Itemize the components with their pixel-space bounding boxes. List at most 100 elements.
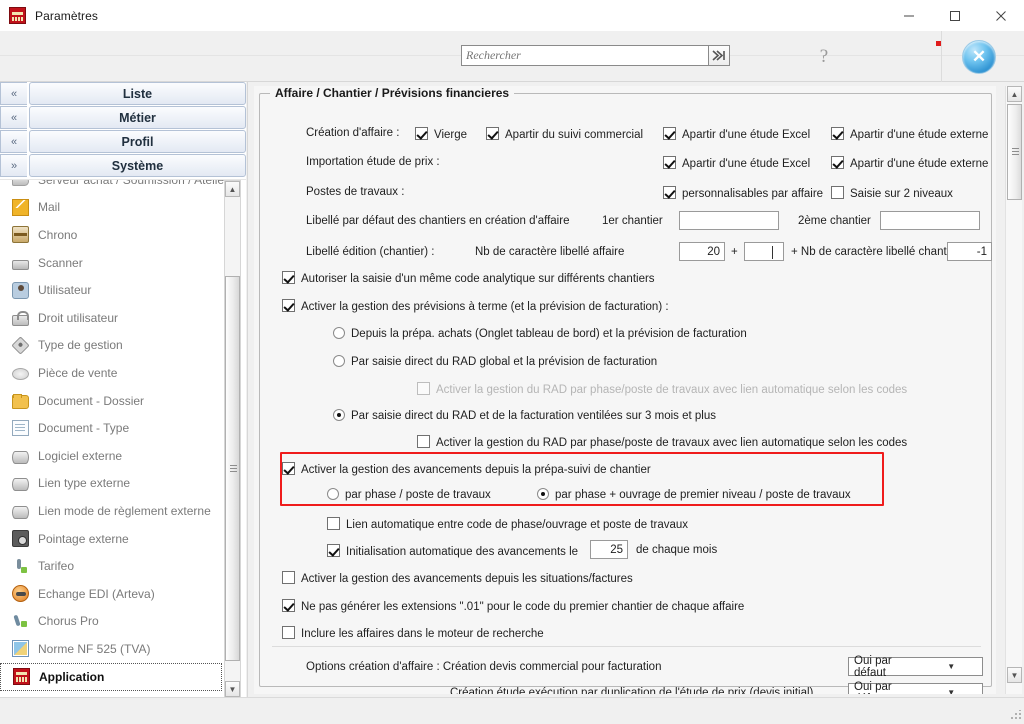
creation-affaire-etude-externe[interactable]: Apartir d'une étude externe <box>831 127 988 141</box>
sidebar-category-systeme[interactable]: » Système <box>0 154 246 177</box>
option-label: Par saisie direct du RAD global et la pr… <box>351 356 658 368</box>
checkbox[interactable] <box>282 626 295 639</box>
sidebar-item-type-de-gestion[interactable]: Type de gestion <box>0 332 224 360</box>
radio-depuis-prepa-row[interactable]: Depuis la prépa. achats (Onglet tableau … <box>333 327 747 340</box>
option-label: Saisie sur 2 niveaux <box>850 188 953 200</box>
inclure-affaires-row[interactable]: Inclure les affaires dans le moteur de r… <box>282 626 544 640</box>
sidebar-item-document-type[interactable]: Document - Type <box>0 414 224 442</box>
checkbox[interactable] <box>831 186 844 199</box>
checkbox[interactable] <box>282 462 295 475</box>
sidebar-item-application[interactable]: Application <box>0 662 222 691</box>
init-auto-day-input[interactable]: 25 <box>590 540 628 559</box>
help-icon[interactable]: ? <box>812 45 836 69</box>
nb-caractere-affaire-input[interactable]: 20 <box>679 242 725 261</box>
sidebar-item-lien-type-externe[interactable]: Lien type externe <box>0 470 224 498</box>
creation-affaire-etude-excel[interactable]: Apartir d'une étude Excel <box>663 127 810 141</box>
sidebar-category-profil[interactable]: « Profil <box>0 130 246 153</box>
checkbox[interactable] <box>663 186 676 199</box>
sidebar-item-label: Lien type externe <box>38 476 131 491</box>
minimize-button[interactable] <box>886 0 932 31</box>
postes-travaux-personnalisables[interactable]: personnalisables par affaire <box>663 186 823 200</box>
search-submit-icon[interactable] <box>708 45 730 66</box>
sidebar-scrollbar-thumb[interactable] <box>225 276 240 661</box>
sidebar-item-chrono[interactable]: Chrono <box>0 221 224 249</box>
checkbox[interactable] <box>282 299 295 312</box>
avancements-situations-row[interactable]: Activer la gestion des avancements depui… <box>282 571 633 585</box>
close-circle-icon[interactable]: ✕ <box>962 40 996 74</box>
sidebar-category-metier[interactable]: « Métier <box>0 106 246 129</box>
scroll-up-icon[interactable]: ▲ <box>225 181 240 197</box>
radio-par-phase-row[interactable]: par phase / poste de travaux <box>327 488 491 501</box>
scroll-down-icon[interactable]: ▼ <box>1007 667 1022 683</box>
maximize-button[interactable] <box>932 0 978 31</box>
checkbox[interactable] <box>663 127 676 140</box>
checkbox[interactable] <box>282 271 295 284</box>
autoriser-saisie-row[interactable]: Autoriser la saisie d'un même code analy… <box>282 271 655 285</box>
sidebar-item-pointage-externe[interactable]: Pointage externe <box>0 525 224 553</box>
etude-execution-select[interactable]: Oui par défaut ▼ <box>848 681 983 694</box>
close-button[interactable] <box>978 0 1024 31</box>
sidebar-category-label: Métier <box>29 106 246 129</box>
radio-button[interactable] <box>333 355 345 367</box>
chevron-down-icon[interactable]: ▼ <box>916 658 983 675</box>
sidebar-item-piece-de-vente[interactable]: Pièce de vente <box>0 359 224 387</box>
chantier1-input[interactable] <box>679 211 779 230</box>
checkbox[interactable] <box>831 127 844 140</box>
checkbox[interactable] <box>831 156 844 169</box>
radio-rad-ventile-row[interactable]: Par saisie direct du RAD et de la factur… <box>333 409 716 422</box>
ne-pas-generer-row[interactable]: Ne pas générer les extensions ".01" pour… <box>282 599 744 613</box>
resize-grip-icon[interactable] <box>1010 710 1021 721</box>
radio-button[interactable] <box>327 488 339 500</box>
radio-button[interactable] <box>537 488 549 500</box>
nb-caractere-chantier-input[interactable]: -1 <box>947 242 992 261</box>
sidebar-item-lien-mode-reglement-externe[interactable]: Lien mode de règlement externe <box>0 497 224 525</box>
libelle-edition-label: Libellé édition (chantier) : <box>306 246 435 258</box>
radio-par-phase-ouvrage-row[interactable]: par phase + ouvrage de premier niveau / … <box>537 488 851 501</box>
sidebar-item-chorus-pro[interactable]: Chorus Pro <box>0 608 224 636</box>
sidebar-item-droit-utilisateur[interactable]: Droit utilisateur <box>0 304 224 332</box>
checkbox[interactable] <box>486 127 499 140</box>
sidebar-item-mail[interactable]: Mail <box>0 194 224 222</box>
chevron-down-icon[interactable]: ▼ <box>916 684 983 694</box>
radio-button[interactable] <box>333 327 345 339</box>
norme-icon <box>12 640 29 658</box>
chantier2-input[interactable] <box>880 211 980 230</box>
sidebar-scrollbar[interactable]: ▲ ▼ <box>224 180 241 697</box>
sub-rad-2-row[interactable]: Activer la gestion du RAD par phase/post… <box>417 435 907 449</box>
checkbox[interactable] <box>663 156 676 169</box>
content-scrollbar[interactable]: ▲ ▼ <box>1005 86 1022 694</box>
sidebar-item-echange-edi[interactable]: Echange EDI (Arteva) <box>0 580 224 608</box>
scroll-up-icon[interactable]: ▲ <box>1007 86 1022 102</box>
sidebar-item-document-dossier[interactable]: Document - Dossier <box>0 387 224 415</box>
sidebar-item-norme-nf-525[interactable]: Norme NF 525 (TVA) <box>0 635 224 663</box>
activer-previsions-row[interactable]: Activer la gestion des prévisions à term… <box>282 299 669 313</box>
importation-etude-excel[interactable]: Apartir d'une étude Excel <box>663 156 810 170</box>
checkbox[interactable] <box>417 435 430 448</box>
checkbox[interactable] <box>282 599 295 612</box>
radio-rad-global-row[interactable]: Par saisie direct du RAD global et la pr… <box>333 355 657 368</box>
sidebar-item-logiciel-externe[interactable]: Logiciel externe <box>0 442 224 470</box>
avancements-prepa-row[interactable]: Activer la gestion des avancements depui… <box>282 462 651 476</box>
search-input[interactable] <box>461 45 708 66</box>
sidebar-category-liste[interactable]: « Liste <box>0 82 246 105</box>
checkbox[interactable] <box>282 571 295 584</box>
postes-travaux-2-niveaux[interactable]: Saisie sur 2 niveaux <box>831 186 953 200</box>
devis-commercial-select[interactable]: Oui par défaut ▼ <box>848 655 983 679</box>
sidebar-item-serveur-achat[interactable]: Serveur achat / Soumission / Atelier / P… <box>0 180 224 194</box>
checkbox[interactable] <box>327 517 340 530</box>
sidebar-item-tarifeo[interactable]: Tarifeo <box>0 552 224 580</box>
sidebar-item-scanner[interactable]: Scanner <box>0 249 224 277</box>
creation-affaire-suivi-commercial[interactable]: Apartir du suivi commercial <box>486 127 643 141</box>
checkbox[interactable] <box>327 544 340 557</box>
radio-button[interactable] <box>333 409 345 421</box>
creation-affaire-vierge[interactable]: Vierge <box>415 127 467 141</box>
sidebar-item-utilisateur[interactable]: Utilisateur <box>0 276 224 304</box>
lien-auto-row[interactable]: Lien automatique entre code de phase/ouv… <box>327 517 688 531</box>
middle-value-input[interactable] <box>744 242 784 261</box>
importation-etude-externe[interactable]: Apartir d'une étude externe <box>831 156 988 170</box>
content-scrollbar-thumb[interactable] <box>1007 104 1022 200</box>
checkbox[interactable] <box>415 127 428 140</box>
scroll-down-icon[interactable]: ▼ <box>225 681 240 697</box>
init-auto-row[interactable]: Initialisation automatique des avancemen… <box>327 544 578 558</box>
sidebar-item-label: Chrono <box>38 227 78 242</box>
